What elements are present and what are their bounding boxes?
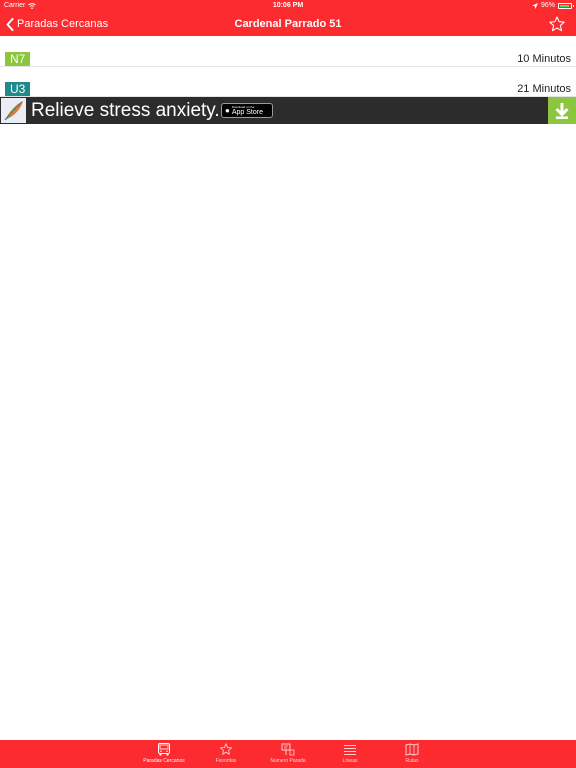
tab-label: Líneas	[342, 758, 358, 764]
battery-percent: 96%	[540, 2, 555, 9]
ad-download-button[interactable]	[548, 97, 576, 124]
star-icon	[220, 743, 232, 755]
stop-number-icon	[281, 743, 295, 756]
arrival-row[interactable]: U3 21 Minutos	[0, 67, 576, 97]
tab-label: Rutas	[405, 758, 419, 764]
download-icon	[555, 103, 569, 119]
tab-numero-parada[interactable]: Número Parada	[257, 740, 319, 768]
page-title: Cardenal Parrado 51	[234, 18, 342, 30]
favorite-star-icon[interactable]	[548, 15, 566, 33]
tab-favoritas[interactable]: Favoritas	[195, 740, 257, 768]
battery-icon	[558, 3, 574, 9]
ad-banner[interactable]: Relieve stress anxiety. ● Download on th…	[0, 97, 576, 124]
ad-app-logo	[1, 98, 26, 123]
arrival-row[interactable]: N7 10 Minutos	[0, 37, 576, 67]
list-icon	[344, 745, 356, 755]
map-icon	[405, 743, 419, 756]
tab-label: Número Parada	[270, 758, 306, 764]
arrival-minutes: 21 Minutos	[517, 83, 571, 95]
status-right: 96%	[531, 0, 574, 12]
line-badge: N7	[5, 52, 31, 66]
navigation-bar: Paradas Cercanas Cardenal Parrado 51	[0, 12, 576, 36]
line-badge: U3	[5, 82, 31, 96]
ad-headline: Relieve stress anxiety.	[31, 100, 220, 121]
location-arrow-icon	[531, 3, 538, 9]
apple-logo-icon: ●	[225, 105, 230, 115]
app-store-badge[interactable]: ● Download on the App Store	[221, 103, 273, 118]
tab-label: Favoritas	[215, 758, 237, 764]
app-store-label: App Store	[231, 108, 263, 116]
tab-lineas[interactable]: Líneas	[319, 740, 381, 768]
tab-label: Paradas Cercanas	[143, 758, 185, 764]
tab-bar: Paradas Cercanas Favoritas Número Parada…	[0, 740, 576, 768]
status-time: 10:06 PM	[272, 2, 304, 9]
status-bar: Carrier 10:06 PM 96%	[0, 0, 576, 12]
tab-rutas[interactable]: Rutas	[381, 740, 443, 768]
arrival-minutes: 10 Minutos	[517, 53, 571, 65]
tab-paradas-cercanas[interactable]: Paradas Cercanas	[133, 740, 195, 768]
bus-icon	[158, 743, 170, 756]
